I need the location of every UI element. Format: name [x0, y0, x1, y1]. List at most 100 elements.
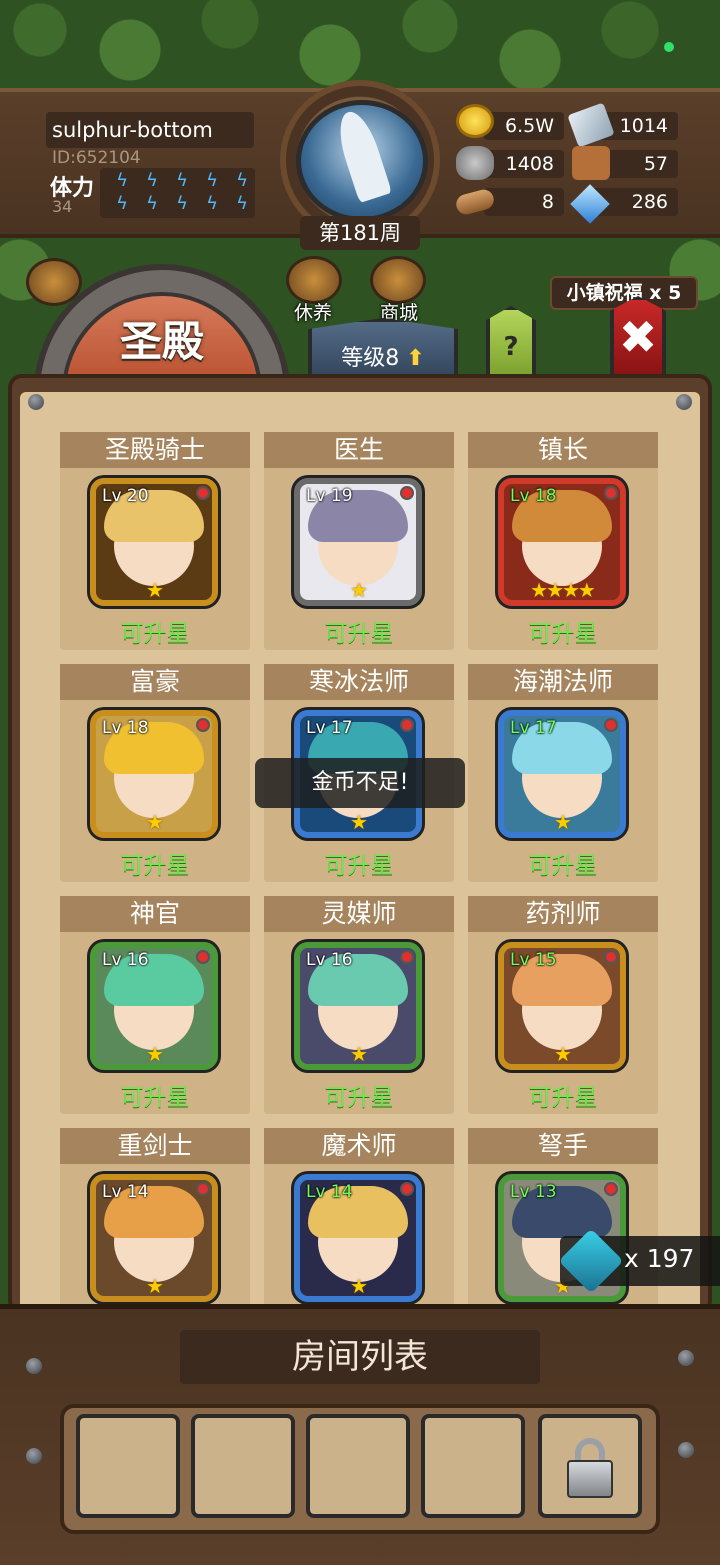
gold-coin-icon	[456, 104, 494, 138]
status-dot	[664, 42, 674, 52]
shop-building-icon[interactable]	[370, 256, 426, 304]
hero-name: 神官	[60, 896, 250, 932]
player-name: sulphur-bottom	[46, 112, 254, 148]
rivet-icon	[26, 1448, 42, 1464]
level-label: 等级8	[341, 346, 400, 371]
close-button[interactable]: ✖	[610, 296, 666, 378]
hero-grid: 圣殿骑士 Lv 20 ★ 可升星 医生 Lv 19 ★ 可升星 镇长 Lv 18…	[60, 432, 660, 1312]
hero-card[interactable]: 神官 Lv 16 ★ 可升星	[60, 896, 250, 1114]
hero-card[interactable]: 镇长 Lv 18 ★★★★ 可升星	[468, 432, 658, 650]
stamina-bolt-icon: ϟ	[236, 170, 248, 191]
hero-avatar[interactable]: Lv 18 ★★★★	[498, 478, 626, 606]
hero-name: 医生	[264, 432, 454, 468]
hero-avatar[interactable]: Lv 14 ★	[294, 1174, 422, 1302]
level-upgrade-tab[interactable]: 等级8 ⬆	[308, 318, 458, 380]
room-slot-1[interactable]	[76, 1414, 180, 1518]
hero-avatar[interactable]: Lv 14 ★	[90, 1174, 218, 1302]
rest-building-label[interactable]: 休养	[294, 298, 332, 325]
lock-icon-body	[567, 1460, 613, 1498]
hero-level: Lv 17	[510, 718, 557, 738]
arrow-up-icon: ⬆	[406, 346, 425, 371]
hero-card[interactable]: 海潮法师 Lv 17 ★ 可升星	[468, 664, 658, 882]
star-upgrade-status: 可升星	[528, 621, 598, 647]
stamina-bolt-icon: ϟ	[236, 193, 248, 214]
hero-card[interactable]: 富豪 Lv 18 ★ 可升星	[60, 664, 250, 882]
rivet-icon	[28, 394, 44, 410]
hero-level: Lv 19	[306, 486, 353, 506]
page-title: 圣殿	[119, 317, 204, 366]
hero-level: Lv 18	[510, 486, 557, 506]
hero-avatar[interactable]: Lv 15 ★	[498, 942, 626, 1070]
hero-card[interactable]: 重剑士 Lv 14 ★	[60, 1128, 250, 1312]
notification-dot-icon	[604, 950, 618, 964]
hero-card[interactable]: 灵媒师 Lv 16 ★ 可升星	[264, 896, 454, 1114]
room-list-title: 房间列表	[180, 1330, 540, 1384]
help-button[interactable]: ?	[486, 306, 536, 378]
toast-message: 金币不足!	[255, 758, 465, 808]
hero-card[interactable]: 魔术师 Lv 14 ★	[264, 1128, 454, 1312]
hero-name: 富豪	[60, 664, 250, 700]
hero-level: Lv 20	[102, 486, 149, 506]
rest-building-icon[interactable]	[286, 256, 342, 304]
hero-name: 灵媒师	[264, 896, 454, 932]
notification-dot-icon	[400, 486, 414, 500]
notification-dot-icon	[196, 486, 210, 500]
hero-name: 海潮法师	[468, 664, 658, 700]
stamina-bar: ϟϟϟϟϟϟϟϟϟϟ	[100, 168, 255, 218]
hero-stars: ★	[146, 578, 164, 602]
player-id: ID:652104	[52, 148, 141, 168]
stamina-bolt-icon: ϟ	[176, 193, 188, 214]
hero-name: 弩手	[468, 1128, 658, 1164]
notification-dot-icon	[604, 718, 618, 732]
hero-card[interactable]: 圣殿骑士 Lv 20 ★ 可升星	[60, 432, 250, 650]
hero-stars: ★	[350, 1042, 368, 1066]
star-upgrade-status: 可升星	[120, 1085, 190, 1111]
stamina-bolt-icon: ϟ	[206, 170, 218, 191]
hero-level: Lv 13	[510, 1182, 557, 1202]
gold-amount: 6.5W	[484, 112, 564, 140]
hero-avatar[interactable]: Lv 16 ★	[90, 942, 218, 1070]
star-upgrade-status: 可升星	[528, 1085, 598, 1111]
notification-dot-icon	[196, 718, 210, 732]
hero-avatar[interactable]: Lv 18 ★	[90, 710, 218, 838]
stamina-bolt-icon: ϟ	[146, 193, 158, 214]
hero-stars: ★	[146, 1042, 164, 1066]
hero-level: Lv 16	[306, 950, 353, 970]
hero-avatar[interactable]: Lv 17 ★	[498, 710, 626, 838]
rivet-icon	[678, 1350, 694, 1366]
hero-stars: ★	[146, 810, 164, 834]
star-upgrade-status: 可升星	[324, 853, 394, 879]
stamina-bolt-icon: ϟ	[116, 170, 128, 191]
hero-stars: ★	[350, 810, 368, 834]
hero-stars: ★	[350, 1274, 368, 1298]
stone-amount: 1408	[484, 150, 564, 178]
hero-avatar[interactable]: Lv 16 ★	[294, 942, 422, 1070]
hero-level: Lv 15	[510, 950, 557, 970]
rivet-icon	[678, 1442, 694, 1458]
hero-card[interactable]: 医生 Lv 19 ★ 可升星	[264, 432, 454, 650]
hero-stars: ★	[554, 810, 572, 834]
stamina-bolt-icon: ϟ	[176, 170, 188, 191]
gem-count: x 197	[624, 1244, 695, 1273]
stamina-bolt-icon: ϟ	[206, 193, 218, 214]
notification-dot-icon	[400, 950, 414, 964]
hero-name: 圣殿骑士	[60, 432, 250, 468]
hero-stars: ★	[350, 578, 368, 602]
hero-stars: ★	[554, 1042, 572, 1066]
hero-name: 魔术师	[264, 1128, 454, 1164]
room-slot-3[interactable]	[306, 1414, 410, 1518]
hero-name: 寒冰法师	[264, 664, 454, 700]
star-upgrade-status: 可升星	[120, 853, 190, 879]
hero-avatar[interactable]: Lv 20 ★	[90, 478, 218, 606]
hero-level: Lv 14	[306, 1182, 353, 1202]
room-slot-4[interactable]	[421, 1414, 525, 1518]
room-slot-2[interactable]	[191, 1414, 295, 1518]
stone-icon	[456, 146, 494, 180]
star-upgrade-status: 可升星	[120, 621, 190, 647]
hero-name: 镇长	[468, 432, 658, 468]
hero-level: Lv 14	[102, 1182, 149, 1202]
hero-stars: ★★★★	[530, 578, 596, 602]
hero-card[interactable]: 药剂师 Lv 15 ★ 可升星	[468, 896, 658, 1114]
hero-avatar[interactable]: Lv 19 ★	[294, 478, 422, 606]
notification-dot-icon	[196, 1182, 210, 1196]
